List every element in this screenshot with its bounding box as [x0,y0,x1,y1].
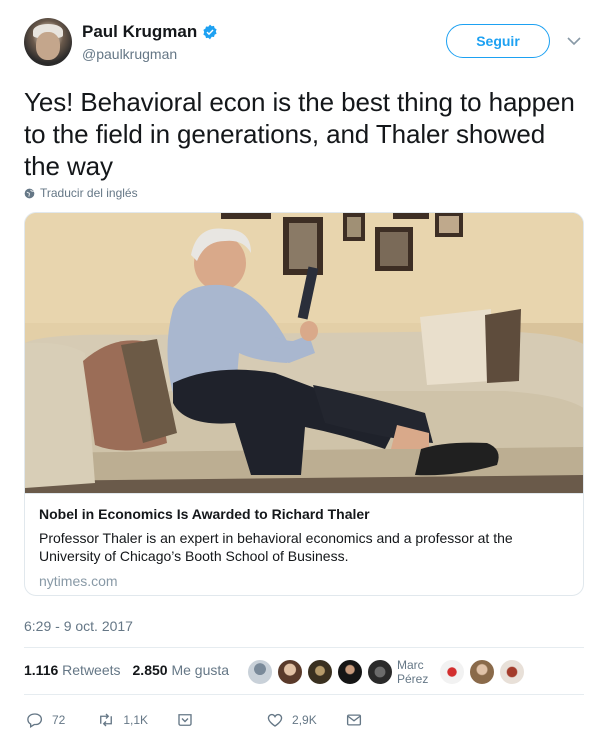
liker-avatar[interactable] [337,659,363,685]
message-button[interactable] [345,711,363,729]
envelope-icon [346,714,361,726]
card-body[interactable]: Nobel in Economics Is Awarded to Richard… [25,493,583,595]
liker-avatar[interactable] [247,659,273,685]
card-domain[interactable]: nytimes.com [39,573,571,589]
card-description: Professor Thaler is an expert in behavio… [39,530,513,564]
direct-message-button[interactable] [176,711,194,729]
chevron-down-icon[interactable] [567,36,581,46]
liker-avatar[interactable] [307,659,333,685]
inbox-icon [178,714,192,726]
translate-label[interactable]: Traducir del inglés [40,186,138,200]
author-block: Paul Krugman @paulkrugman [82,22,218,62]
likes-label: Me gusta [171,662,230,678]
retweet-button[interactable]: 1,1K [97,711,148,729]
liker-avatar[interactable] [499,659,525,685]
liker-avatars: Marc Pérez [247,657,525,687]
retweets-count: 1.116 [24,662,59,678]
like-button[interactable]: 2,9K [266,711,317,729]
retweet-count: 1,1K [123,713,149,727]
retweets-stat[interactable]: 1.116 Retweets [24,662,121,678]
divider [24,694,584,695]
link-card[interactable]: Nobel in Economics Is Awarded to Richard… [24,212,584,596]
author-handle[interactable]: @paulkrugman [82,46,218,62]
divider [24,647,584,648]
author-name[interactable]: Paul Krugman [82,22,197,42]
avatar[interactable] [24,18,72,66]
likes-count: 2.850 [132,662,168,678]
liker-avatar[interactable] [367,659,393,685]
likes-stat[interactable]: 2.850 Me gusta [133,662,230,678]
tweet-stats: 1.116 Retweets 2.850 Me gusta [24,662,229,678]
action-bar: 72 1,1K 2,9K [24,708,584,732]
reply-count: 72 [52,713,66,727]
card-photo[interactable] [25,213,584,493]
follow-button[interactable]: Seguir [446,24,550,58]
card-title[interactable]: Nobel in Economics Is Awarded to Richard… [39,506,571,522]
verified-badge-icon [203,24,217,40]
retweet-icon [100,713,113,727]
retweets-label: Retweets [62,662,121,678]
tweet-text: Yes! Behavioral econ is the best thing t… [24,87,575,181]
translate-link[interactable]: Traducir del inglés [24,186,138,200]
liker-avatar[interactable] [439,659,465,685]
like-count: 2,9K [292,713,317,727]
avatar-face [36,32,60,60]
heart-icon [267,713,283,727]
liker-avatar[interactable] [277,659,303,685]
author-name-row[interactable]: Paul Krugman [82,22,218,42]
tweet-timestamp[interactable]: 6:29 - 9 oct. 2017 [24,618,133,634]
liker-avatar[interactable] [469,659,495,685]
reply-button[interactable]: 72 [26,711,65,729]
liker-name[interactable]: Marc Pérez [397,658,435,686]
reply-icon [27,713,43,728]
tweet-header: Paul Krugman @paulkrugman Seguir [24,16,581,72]
globe-icon [24,188,35,198]
